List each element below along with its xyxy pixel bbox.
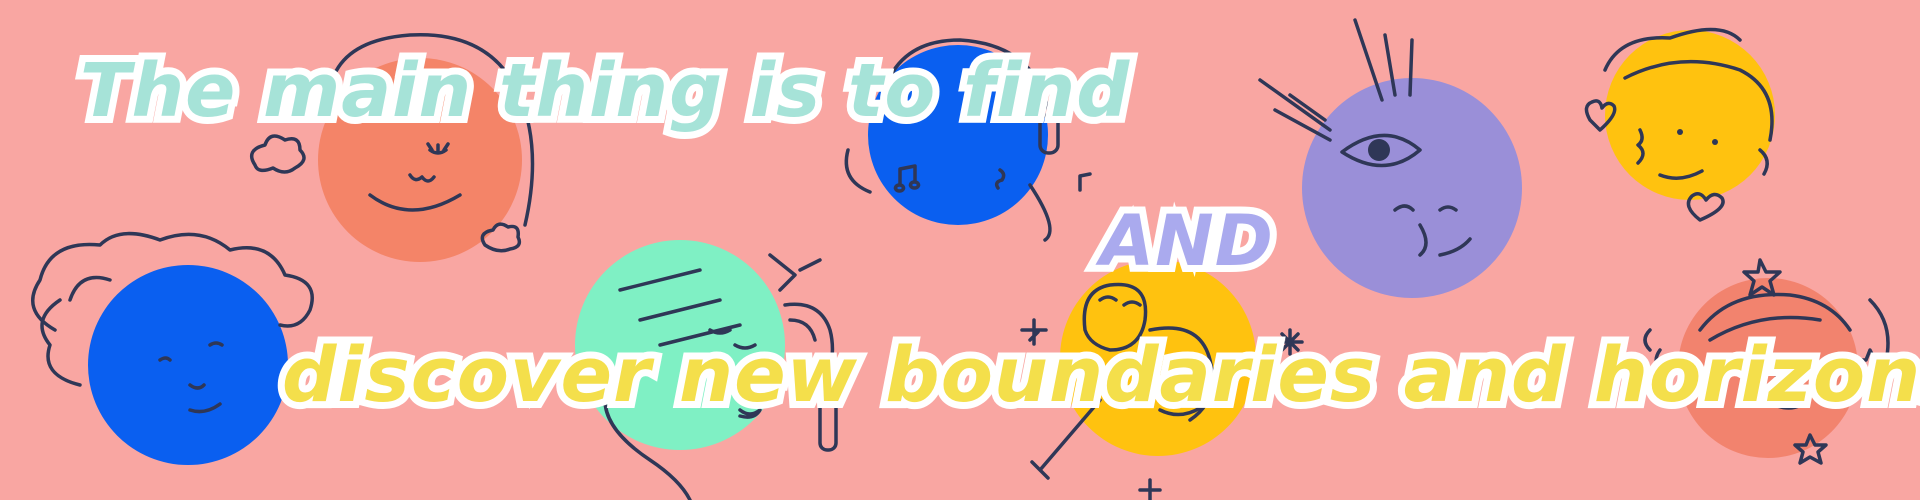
headline-line-1: The main thing is to find [73, 41, 1136, 141]
headline-line-2: discover new boundaries and horizons [275, 323, 1920, 426]
yellow-heart-face [1584, 27, 1775, 222]
blue-cloud-hair-face [31, 231, 314, 465]
headline-conjunction: AND [1093, 193, 1280, 289]
banner: The main thing is to find AND discover n… [0, 0, 1920, 500]
lavender-eye-face [1258, 18, 1522, 298]
